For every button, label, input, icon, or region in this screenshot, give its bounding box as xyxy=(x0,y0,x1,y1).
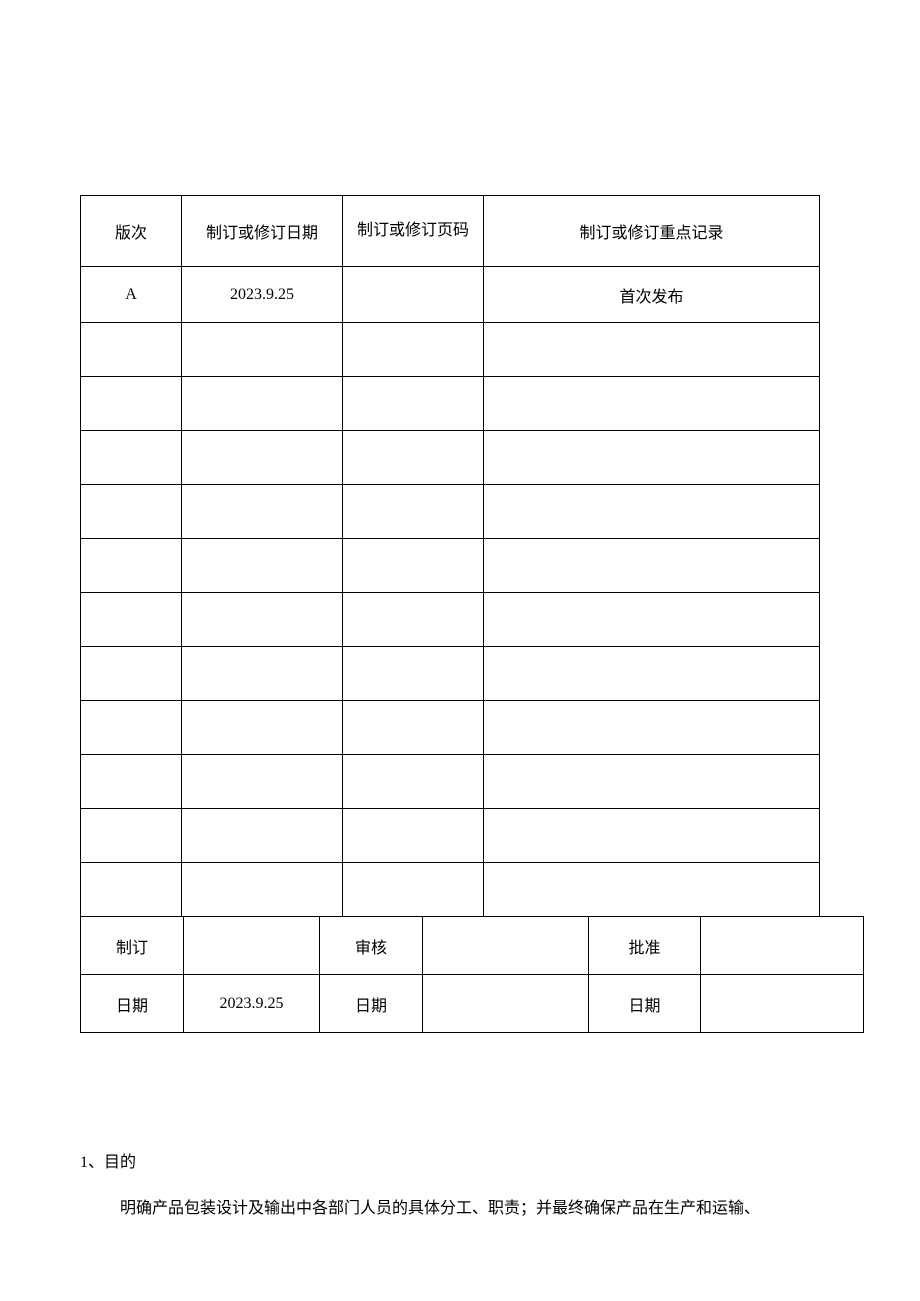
signoff-row-names: 制订 审核 批准 xyxy=(81,917,864,975)
approve-date-label: 日期 xyxy=(589,975,701,1033)
cell-version xyxy=(81,863,182,917)
section-heading: 1、目的 xyxy=(80,1148,136,1172)
cell-page-code xyxy=(343,539,484,593)
cell-version xyxy=(81,701,182,755)
cell-version xyxy=(81,755,182,809)
cell-record xyxy=(484,809,820,863)
cell-record xyxy=(484,539,820,593)
cell-record xyxy=(484,647,820,701)
cell-version: A xyxy=(81,267,182,323)
table-row xyxy=(81,809,820,863)
cell-version xyxy=(81,593,182,647)
cell-page-code xyxy=(343,323,484,377)
cell-version xyxy=(81,323,182,377)
cell-revise-date xyxy=(182,701,343,755)
header-revise-date: 制订或修订日期 xyxy=(182,196,343,267)
cell-revise-date: 2023.9.25 xyxy=(182,267,343,323)
cell-version xyxy=(81,431,182,485)
approve-date-value xyxy=(701,975,864,1033)
document-page: 版次 制订或修订日期 制订或修订页码 制订或修订重点记录 A 2023.9.25… xyxy=(0,0,920,1301)
review-label: 审核 xyxy=(320,917,423,975)
cell-page-code xyxy=(343,701,484,755)
cell-page-code xyxy=(343,863,484,917)
signoff-row-dates: 日期 2023.9.25 日期 日期 xyxy=(81,975,864,1033)
cell-page-code xyxy=(343,431,484,485)
table-row xyxy=(81,323,820,377)
table-header-row: 版次 制订或修订日期 制订或修订页码 制订或修订重点记录 xyxy=(81,196,820,267)
cell-record xyxy=(484,863,820,917)
header-page-code: 制订或修订页码 xyxy=(343,196,484,267)
table-row xyxy=(81,593,820,647)
cell-version xyxy=(81,485,182,539)
prepare-date-label: 日期 xyxy=(81,975,184,1033)
cell-revise-date xyxy=(182,809,343,863)
cell-revise-date xyxy=(182,377,343,431)
cell-record xyxy=(484,755,820,809)
revision-table: 版次 制订或修订日期 制订或修订页码 制订或修订重点记录 A 2023.9.25… xyxy=(80,195,820,917)
table-row xyxy=(81,755,820,809)
header-record: 制订或修订重点记录 xyxy=(484,196,820,267)
cell-revise-date xyxy=(182,863,343,917)
cell-record xyxy=(484,701,820,755)
cell-record xyxy=(484,485,820,539)
approve-label: 批准 xyxy=(589,917,701,975)
cell-version xyxy=(81,539,182,593)
table-row xyxy=(81,647,820,701)
cell-page-code xyxy=(343,593,484,647)
header-version: 版次 xyxy=(81,196,182,267)
table-row xyxy=(81,377,820,431)
table-row: A 2023.9.25 首次发布 xyxy=(81,267,820,323)
cell-revise-date xyxy=(182,431,343,485)
prepare-value xyxy=(184,917,320,975)
cell-page-code xyxy=(343,755,484,809)
table-row xyxy=(81,539,820,593)
cell-page-code xyxy=(343,647,484,701)
cell-record: 首次发布 xyxy=(484,267,820,323)
review-value xyxy=(423,917,589,975)
cell-revise-date xyxy=(182,755,343,809)
cell-version xyxy=(81,377,182,431)
cell-page-code xyxy=(343,485,484,539)
cell-revise-date xyxy=(182,485,343,539)
table-row xyxy=(81,485,820,539)
table-row xyxy=(81,431,820,485)
cell-page-code xyxy=(343,809,484,863)
approve-value xyxy=(701,917,864,975)
prepare-label: 制订 xyxy=(81,917,184,975)
cell-revise-date xyxy=(182,539,343,593)
table-row xyxy=(81,863,820,917)
review-date-label: 日期 xyxy=(320,975,423,1033)
cell-revise-date xyxy=(182,593,343,647)
cell-version xyxy=(81,809,182,863)
cell-record xyxy=(484,323,820,377)
cell-revise-date xyxy=(182,323,343,377)
cell-version xyxy=(81,647,182,701)
review-date-value xyxy=(423,975,589,1033)
prepare-date-value: 2023.9.25 xyxy=(184,975,320,1033)
cell-record xyxy=(484,593,820,647)
cell-revise-date xyxy=(182,647,343,701)
cell-page-code xyxy=(343,267,484,323)
signoff-table: 制订 审核 批准 日期 2023.9.25 日期 日期 xyxy=(80,916,864,1033)
table-row xyxy=(81,701,820,755)
section-body: 明确产品包装设计及输出中各部门人员的具体分工、职责；并最终确保产品在生产和运输、 xyxy=(120,1195,760,1224)
cell-page-code xyxy=(343,377,484,431)
cell-record xyxy=(484,377,820,431)
cell-record xyxy=(484,431,820,485)
